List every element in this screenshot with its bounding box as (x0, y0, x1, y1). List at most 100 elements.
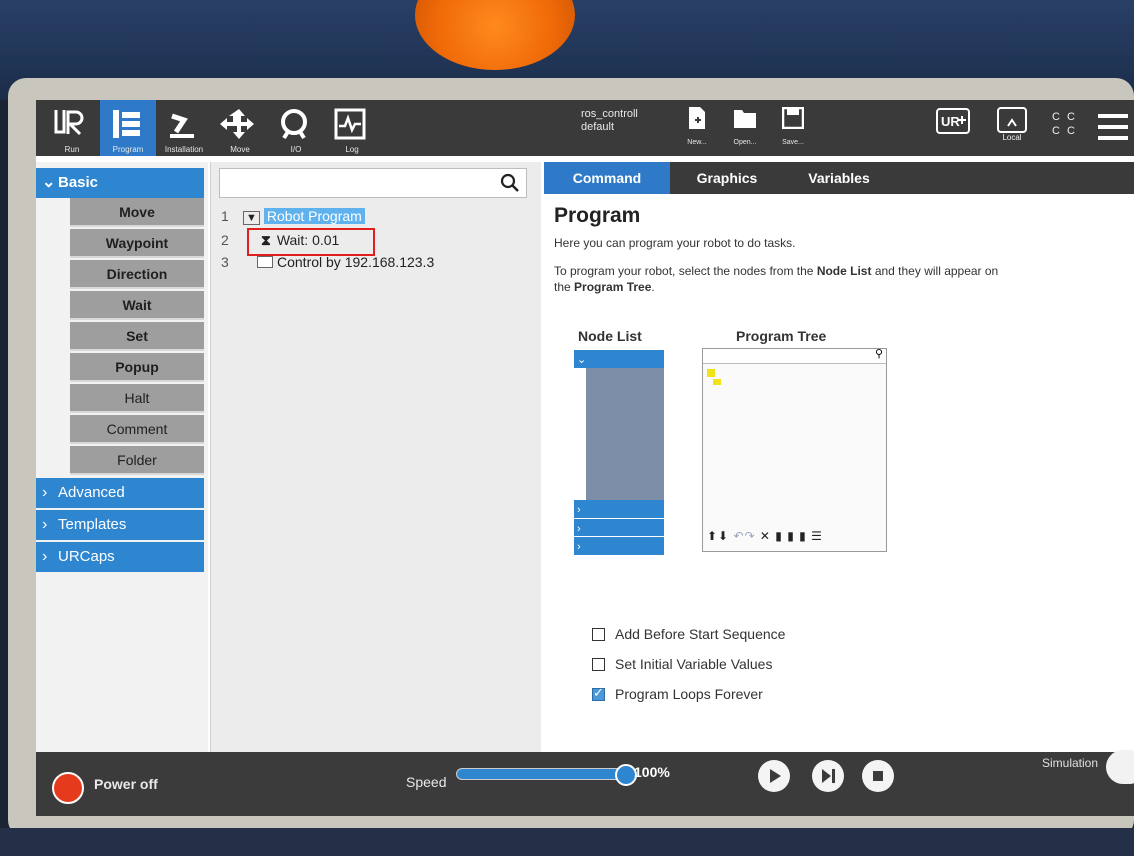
save-program-button[interactable]: Save... (772, 104, 814, 152)
instruction-bold: Node List (816, 264, 872, 278)
intro-text: Here you can program your robot to do ta… (554, 236, 796, 250)
highlight-box (247, 228, 375, 256)
node-comment[interactable]: Comment (70, 415, 204, 444)
node-direction[interactable]: Direction (70, 260, 204, 289)
node-wait[interactable]: Wait (70, 291, 204, 320)
nav-move-label: Move (230, 145, 250, 154)
power-button[interactable] (52, 772, 84, 804)
collapse-arrow-icon[interactable]: ▼ (243, 211, 260, 225)
category-templates-label: Templates (58, 516, 127, 533)
nav-run-label: Run (64, 145, 80, 154)
option-label: Set Initial Variable Values (615, 656, 773, 672)
hamburger-icon (1098, 114, 1128, 140)
node-list-category: › (574, 500, 664, 518)
node-set[interactable]: Set (70, 322, 204, 351)
page-title: Program (554, 204, 641, 227)
step-button[interactable] (812, 760, 844, 792)
simulation-toggle[interactable] (1106, 750, 1134, 784)
chevron-right-icon: › (42, 484, 48, 501)
instruction-part: the (554, 280, 575, 294)
stop-button[interactable] (862, 760, 894, 792)
save-icon (781, 106, 805, 130)
checkbox[interactable] (592, 628, 605, 641)
speed-slider-fill (457, 769, 625, 779)
device-bezel-bottom (0, 828, 1134, 856)
tab-variables[interactable]: Variables (784, 162, 894, 194)
open-folder-icon (734, 110, 756, 128)
io-icon (281, 109, 307, 140)
option-program-loops-forever[interactable]: Program Loops Forever (592, 685, 763, 702)
search-icon (500, 173, 519, 192)
node-list-items (586, 368, 664, 500)
local-mode-button[interactable]: Local (992, 106, 1032, 142)
option-set-initial-variables[interactable]: Set Initial Variable Values (592, 656, 772, 672)
installation-icon (170, 113, 194, 138)
category-urcaps[interactable]: › URCaps (36, 542, 204, 572)
checkbox-checked[interactable] (592, 685, 605, 701)
node-waypoint[interactable]: Waypoint (70, 229, 204, 258)
stop-icon (873, 771, 883, 781)
node-list-category: › (574, 518, 664, 537)
category-basic[interactable]: ⌄ Basic (36, 168, 204, 198)
node-list-category: › (574, 536, 664, 555)
program-tree-illustration: ⚲ ⬆⬇ ↶↷ ✕ ▮ ▮ ▮ ☰ (702, 348, 887, 552)
program-name: ros_controll (581, 108, 638, 120)
ur-logo-icon (54, 110, 84, 136)
play-icon (770, 769, 781, 783)
instruction-bold: Program Tree (574, 280, 652, 294)
control-node-label: Control by 192.168.123.3 (277, 254, 435, 270)
nav-installation-label: Installation (164, 145, 204, 154)
loaded-program-info: ros_controll default (581, 108, 638, 134)
nav-run[interactable]: Run (44, 100, 100, 156)
node-move[interactable]: Move (70, 198, 204, 227)
nav-program[interactable]: Program (100, 100, 156, 156)
tab-command[interactable]: Command (544, 162, 670, 194)
nav-log-label: Log (345, 145, 359, 154)
speed-value: 100% (634, 764, 670, 780)
tab-graphics[interactable]: Graphics (672, 162, 782, 194)
open-program-button[interactable]: Open... (724, 104, 766, 152)
category-advanced-label: Advanced (58, 484, 125, 501)
new-program-button[interactable]: New... (676, 104, 718, 152)
new-program-label: New... (687, 139, 707, 146)
mini-tree-toolbar: ⬆⬇ ↶↷ ✕ ▮ ▮ ▮ ☰ (707, 529, 823, 543)
nav-program-label: Program (112, 145, 144, 154)
nav-log[interactable]: Log (324, 100, 380, 156)
installation-name: default (581, 121, 615, 133)
power-label: Power off (94, 776, 158, 792)
node-folder[interactable]: Folder (70, 446, 204, 475)
svg-text:UR: UR (941, 114, 960, 129)
chevron-right-icon: › (42, 548, 48, 565)
line-number: 1 (221, 208, 229, 224)
line-number: 2 (221, 232, 229, 248)
nav-installation[interactable]: Installation (156, 100, 212, 156)
tree-row-robot-program[interactable]: 1 ▼ Robot Program (221, 206, 365, 226)
node-halt[interactable]: Halt (70, 384, 204, 413)
open-program-label: Open... (733, 139, 757, 146)
tree-search-field[interactable] (219, 168, 527, 198)
category-templates[interactable]: › Templates (36, 510, 204, 540)
option-add-before-start[interactable]: Add Before Start Sequence (592, 626, 785, 642)
save-program-label: Save... (782, 139, 804, 146)
instruction-text: To program your robot, select the nodes … (554, 264, 998, 278)
hamburger-menu-button[interactable] (1096, 112, 1130, 147)
program-tree-title: Program Tree (736, 328, 827, 344)
urcaps-button[interactable]: UR (936, 108, 970, 139)
node-popup[interactable]: Popup (70, 353, 204, 382)
mini-tree-node (707, 369, 715, 377)
speed-slider[interactable] (456, 764, 637, 786)
cc-indicator-top: C C (1052, 111, 1077, 123)
bottom-footer: Power off Speed 100% Simulation (36, 750, 1134, 816)
urcap-node-icon (257, 256, 273, 268)
category-advanced[interactable]: › Advanced (36, 478, 204, 508)
chevron-down-icon: ⌄ (42, 174, 56, 191)
nav-move[interactable]: Move (212, 100, 268, 156)
nav-io-label: I/O (290, 145, 302, 154)
checkbox[interactable] (592, 658, 605, 671)
play-button[interactable] (758, 760, 790, 792)
nav-io[interactable]: I/O (268, 100, 324, 156)
move-icon (220, 109, 254, 139)
category-urcaps-label: URCaps (58, 548, 115, 565)
search-icon: ⚲ (874, 348, 883, 360)
option-label: Program Loops Forever (615, 686, 763, 702)
